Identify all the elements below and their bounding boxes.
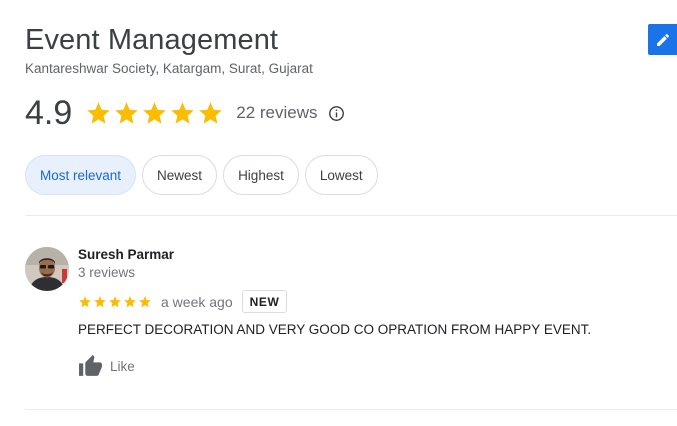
sort-chip-most-relevant[interactable]: Most relevant: [25, 155, 137, 195]
star-icon: [115, 101, 139, 124]
pencil-icon: [656, 33, 669, 46]
rating-summary: 4.9 22 reviews: [25, 93, 345, 133]
new-badge: NEW: [241, 290, 288, 313]
business-address: Kantareshwar Society, Katargam, Surat, G…: [25, 61, 313, 76]
sort-chip-newest[interactable]: Newest: [142, 155, 218, 195]
star-icon: [124, 295, 136, 307]
edit-button[interactable]: [648, 24, 677, 55]
sort-chips: Most relevant Newest Highest Lowest: [25, 155, 378, 195]
divider: [25, 215, 677, 216]
reviewer-review-count: 3 reviews: [78, 265, 136, 280]
sort-chip-lowest[interactable]: Lowest: [304, 155, 378, 195]
review-stars: [78, 295, 152, 309]
business-title: Event Management: [25, 24, 279, 56]
star-icon: [109, 295, 121, 307]
info-icon[interactable]: [328, 105, 345, 122]
rating-stars: [85, 100, 224, 127]
star-icon: [171, 101, 195, 124]
review-meta: a week ago NEW: [78, 290, 288, 313]
like-label: Like: [110, 359, 135, 374]
reviewer-name[interactable]: Suresh Parmar: [78, 247, 174, 262]
avatar[interactable]: [25, 247, 69, 291]
like-button[interactable]: Like: [78, 354, 135, 379]
rating-value: 4.9: [25, 93, 73, 132]
sort-chip-highest[interactable]: Highest: [223, 155, 299, 195]
star-icon: [139, 295, 151, 307]
divider: [25, 409, 677, 410]
thumbs-up-icon: [79, 355, 102, 376]
review-text: PERFECT DECORATION AND VERY GOOD CO OPRA…: [78, 322, 592, 337]
review-time: a week ago: [161, 293, 233, 310]
star-icon: [87, 101, 111, 124]
star-icon: [143, 101, 167, 124]
star-icon: [79, 295, 91, 307]
reviews-count: 22 reviews: [236, 103, 318, 122]
star-icon: [94, 295, 106, 307]
star-icon: [199, 101, 223, 124]
